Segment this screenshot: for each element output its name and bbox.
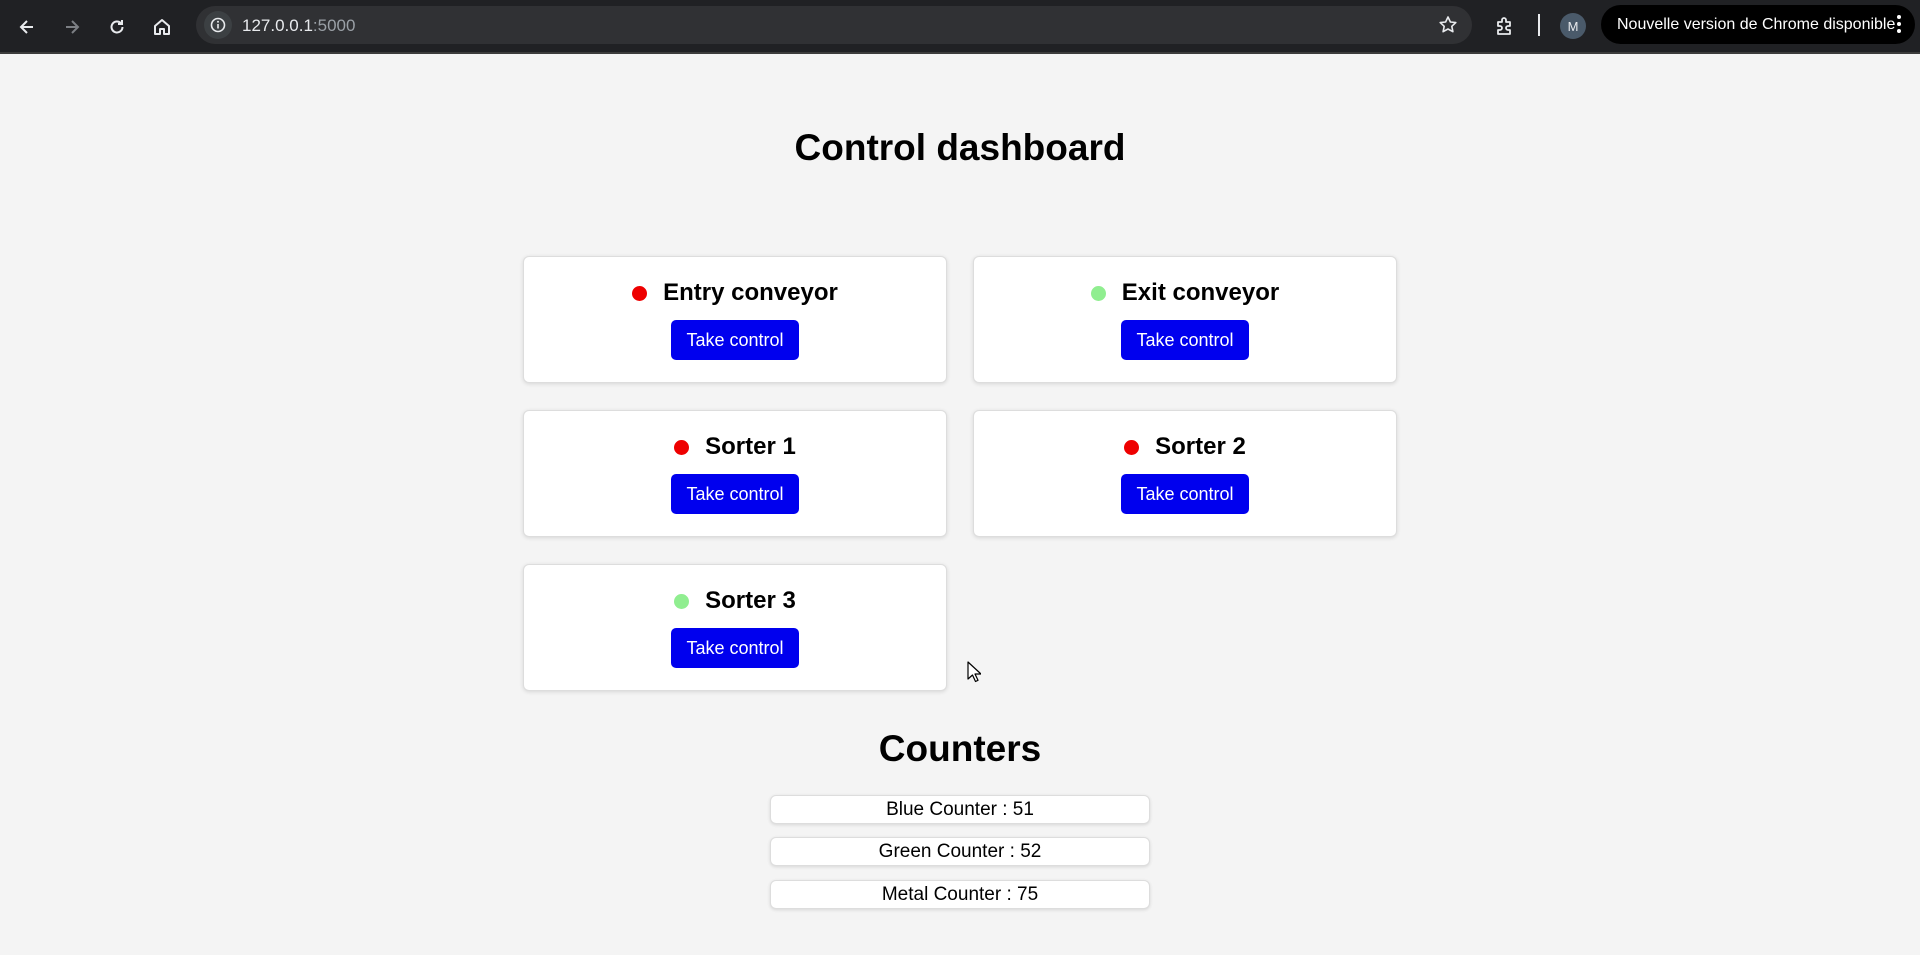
card-header: Exit conveyor xyxy=(974,279,1396,307)
card-title: Sorter 1 xyxy=(705,433,796,460)
browser-toolbar: 127.0.0.1:5000 M Nouvelle version de Chr… xyxy=(0,0,1920,54)
home-button[interactable] xyxy=(145,10,179,44)
status-dot xyxy=(674,593,690,609)
address-bar[interactable]: 127.0.0.1:5000 xyxy=(196,6,1472,44)
card-header: Sorter 1 xyxy=(524,433,946,461)
take-control-button[interactable]: Take control xyxy=(1121,320,1249,360)
take-control-button[interactable]: Take control xyxy=(1121,474,1249,514)
status-dot xyxy=(632,285,648,301)
card-header: Sorter 3 xyxy=(524,587,946,615)
card-header: Sorter 2 xyxy=(974,433,1396,461)
chrome-update-button[interactable]: Nouvelle version de Chrome disponible xyxy=(1601,5,1915,44)
home-icon xyxy=(154,19,170,35)
url-port: :5000 xyxy=(312,16,356,35)
reload-icon xyxy=(110,20,124,34)
card-title: Sorter 3 xyxy=(705,587,796,614)
more-menu-icon[interactable] xyxy=(1897,14,1901,34)
arrow-right-icon xyxy=(66,20,80,34)
status-dot xyxy=(1124,439,1140,455)
card-title: Entry conveyor xyxy=(663,279,838,306)
take-control-button[interactable]: Take control xyxy=(671,628,799,668)
counter-green: Green Counter : 52 xyxy=(770,837,1150,866)
card-title: Sorter 2 xyxy=(1155,433,1246,460)
mouse-cursor-icon xyxy=(967,661,981,683)
forward-button[interactable] xyxy=(55,10,89,44)
status-dot xyxy=(1090,285,1106,301)
update-label: Nouvelle version de Chrome disponible xyxy=(1617,15,1896,33)
arrow-left-icon xyxy=(19,20,33,34)
take-control-button[interactable]: Take control xyxy=(671,474,799,514)
counter-metal: Metal Counter : 75 xyxy=(770,880,1150,909)
url-host: 127.0.0.1 xyxy=(242,16,313,35)
bookmark-star-icon[interactable] xyxy=(1438,15,1458,35)
reload-button[interactable] xyxy=(100,10,134,44)
url-text: 127.0.0.1:5000 xyxy=(242,16,355,36)
card-sorter-3: Sorter 3 Take control xyxy=(523,564,947,691)
card-sorter-2: Sorter 2 Take control xyxy=(973,410,1397,537)
card-title: Exit conveyor xyxy=(1121,279,1280,306)
card-exit-conveyor: Exit conveyor Take control xyxy=(973,256,1397,383)
toolbar-divider xyxy=(1538,14,1540,36)
card-entry-conveyor: Entry conveyor Take control xyxy=(523,256,947,383)
page-title: Control dashboard xyxy=(794,127,1126,168)
counter-blue: Blue Counter : 51 xyxy=(770,795,1150,824)
take-control-button[interactable]: Take control xyxy=(671,320,799,360)
counters-title: Counters xyxy=(878,728,1042,769)
extensions-icon[interactable] xyxy=(1490,12,1520,42)
card-header: Entry conveyor xyxy=(524,279,946,307)
site-info-icon[interactable] xyxy=(204,11,232,39)
profile-avatar[interactable]: M xyxy=(1560,13,1586,39)
back-button[interactable] xyxy=(10,10,44,44)
status-dot xyxy=(674,439,690,455)
card-sorter-1: Sorter 1 Take control xyxy=(523,410,947,537)
